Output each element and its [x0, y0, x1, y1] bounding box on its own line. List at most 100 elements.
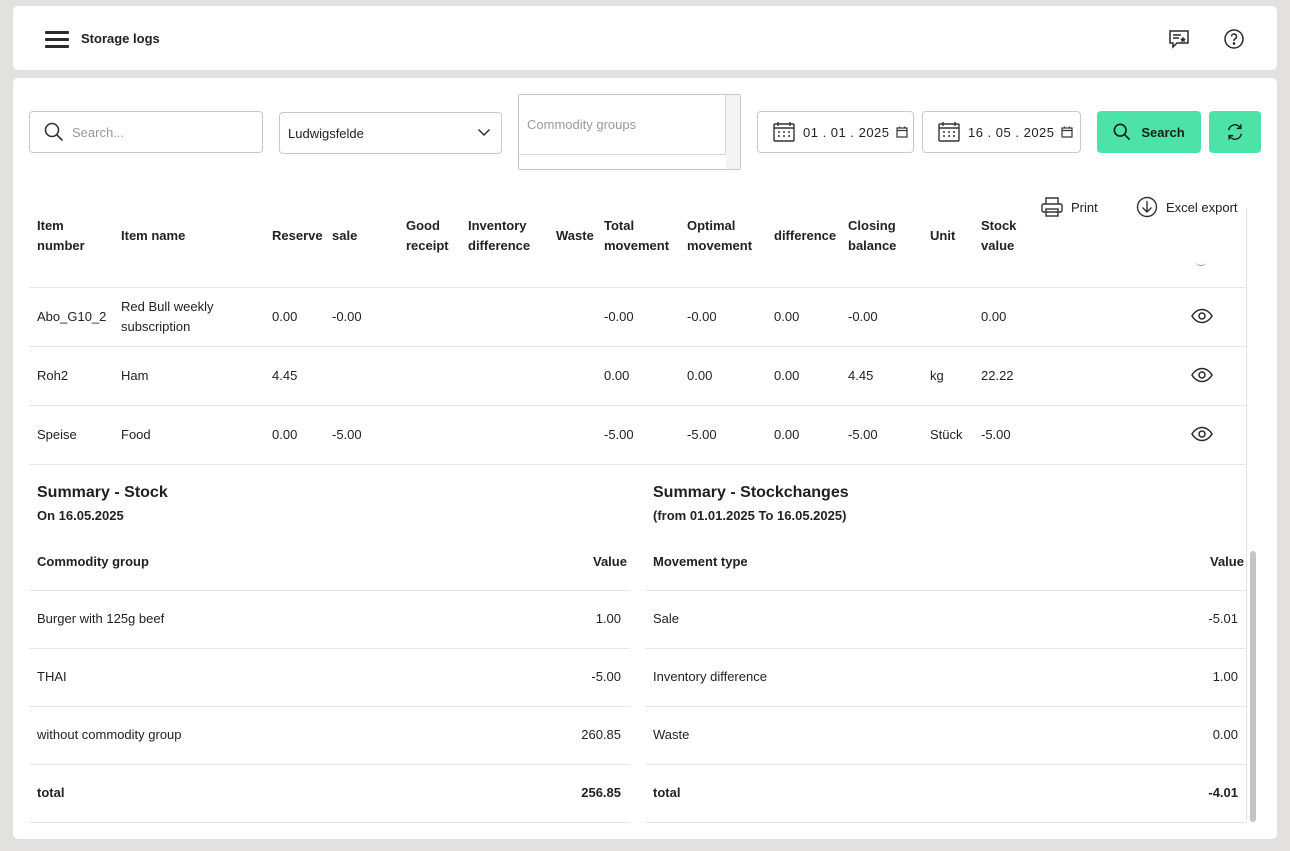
- print-button[interactable]: Print: [1041, 196, 1098, 218]
- eye-icon[interactable]: [1191, 367, 1213, 383]
- refresh-button[interactable]: [1209, 111, 1261, 153]
- summary-changes-row: Sale -5.01: [645, 591, 1246, 649]
- col-header-good-receipt[interactable]: Good receipt: [406, 216, 449, 256]
- feedback-icon[interactable]: [1166, 26, 1192, 52]
- summary-stock-col-value: Value: [593, 554, 627, 569]
- summary-stock-value: 260.85: [581, 727, 621, 742]
- summary-changes-subtitle: (from 01.01.2025 To 16.05.2025): [653, 508, 847, 523]
- calendar-icon: [773, 122, 795, 142]
- summary-stock-row: Burger with 125g beef 1.00: [29, 591, 630, 649]
- table-row[interactable]: Speise Food 0.00 -5.00 -5.00 -5.00 0.00 …: [29, 406, 1246, 465]
- col-header-unit[interactable]: Unit: [930, 226, 955, 246]
- eye-icon[interactable]: [1191, 426, 1213, 442]
- cell-difference: 0.00: [774, 368, 800, 383]
- search-input[interactable]: [72, 124, 242, 140]
- main-card: Ludwigsfelde Commodity groups 01 . 01 . …: [13, 78, 1277, 839]
- col-header-reserve[interactable]: Reserve: [272, 226, 323, 246]
- cell-total-movement: -5.00: [604, 427, 634, 442]
- commodity-groups-placeholder: Commodity groups: [519, 95, 726, 155]
- summary-stock-label: THAI: [37, 669, 67, 684]
- summary-changes-label: Waste: [653, 727, 690, 742]
- cell-difference: 0.00: [774, 309, 800, 324]
- location-value: Ludwigsfelde: [288, 125, 364, 141]
- summary-stock-label: without commodity group: [37, 727, 182, 742]
- summary-changes-total-value: -4.01: [1208, 785, 1238, 800]
- summary-stock-value: -5.00: [591, 669, 621, 684]
- search-icon: [1113, 123, 1131, 141]
- summary-changes-row: Inventory difference 1.00: [645, 649, 1246, 707]
- summary-changes-title: Summary - Stockchanges: [653, 484, 849, 501]
- scrollbar-thumb[interactable]: [1250, 551, 1256, 822]
- cell-item-name: Food: [121, 427, 151, 442]
- cell-closing-balance: -5.00: [848, 427, 878, 442]
- col-header-stock-value[interactable]: Stock value: [981, 216, 1016, 256]
- table-row[interactable]: Abo_G10_2 Red Bull weekly subscription 0.…: [29, 288, 1246, 347]
- col-header-closing-balance[interactable]: Closing balance: [848, 216, 896, 256]
- summary-changes-value: 1.00: [1212, 669, 1238, 684]
- top-bar: Storage logs: [13, 6, 1277, 70]
- summary-stock-row: without commodity group 260.85: [29, 707, 630, 765]
- search-field[interactable]: [29, 111, 263, 153]
- summary-changes-row: Waste 0.00: [645, 707, 1246, 765]
- summary-changes-value: 0.00: [1212, 727, 1238, 742]
- col-header-waste[interactable]: Waste: [556, 226, 594, 246]
- cell-unit: Stück: [930, 427, 963, 442]
- cell-item-name: Red Bull weekly subscription: [121, 299, 214, 334]
- cell-sale: -5.00: [332, 427, 362, 442]
- table-row[interactable]: Roh2 Ham 4.45 0.00 0.00 0.00 4.45 kg 22.…: [29, 347, 1246, 406]
- cell-item-number: Abo_G10_2: [37, 309, 107, 324]
- eye-icon[interactable]: [1191, 308, 1213, 324]
- col-header-item-number[interactable]: Item number: [37, 216, 85, 256]
- cell-sale: -0.00: [332, 309, 362, 324]
- commodity-groups-select[interactable]: Commodity groups: [518, 94, 741, 170]
- help-icon[interactable]: [1221, 26, 1247, 52]
- summary-stock-col-commodity-group: Commodity group: [37, 554, 149, 569]
- menu-icon[interactable]: [45, 31, 69, 49]
- summary-changes-col-value: Value: [1210, 554, 1244, 569]
- date-from-value: 01 . 01 . 2025: [803, 124, 890, 140]
- refresh-icon: [1227, 124, 1243, 140]
- download-icon: [1136, 196, 1158, 218]
- calendar-picker-icon[interactable]: [895, 126, 908, 138]
- col-header-inventory-difference[interactable]: Inventory difference: [468, 216, 530, 256]
- cell-total-movement: -0.00: [604, 309, 634, 324]
- location-select[interactable]: Ludwigsfelde: [279, 112, 502, 154]
- cell-reserve: 0.00: [272, 309, 298, 324]
- cell-stock-value: -5.00: [981, 427, 1011, 442]
- summary-changes-value: -5.01: [1208, 611, 1238, 626]
- cell-item-number: Roh2: [37, 368, 69, 383]
- col-header-total-movement[interactable]: Total movement: [604, 216, 669, 256]
- summary-stock-total-row: total 256.85: [29, 765, 630, 823]
- date-to-value: 16 . 05 . 2025: [968, 124, 1055, 140]
- search-button[interactable]: Search: [1097, 111, 1201, 153]
- excel-export-label: Excel export: [1166, 199, 1238, 215]
- search-icon: [44, 122, 64, 142]
- cell-stock-value: 22.22: [981, 368, 1014, 383]
- scrollbar-track[interactable]: [1246, 208, 1247, 822]
- cell-optimal-movement: -5.00: [687, 427, 717, 442]
- col-header-sale[interactable]: sale: [332, 226, 357, 246]
- search-button-label: Search: [1141, 124, 1185, 140]
- chevron-down-icon: [477, 128, 491, 137]
- print-label: Print: [1071, 199, 1098, 215]
- col-header-optimal-movement[interactable]: Optimal movement: [687, 216, 752, 256]
- cell-optimal-movement: -0.00: [687, 309, 717, 324]
- cell-closing-balance: -0.00: [848, 309, 878, 324]
- summary-changes-total-row: total -4.01: [645, 765, 1246, 823]
- col-header-difference[interactable]: difference: [774, 226, 836, 246]
- commodity-groups-scrollbar[interactable]: [726, 95, 740, 169]
- summary-changes-label: Inventory difference: [653, 669, 767, 684]
- summary-changes-label: Sale: [653, 611, 680, 626]
- summary-stock-title: Summary - Stock: [37, 484, 168, 501]
- cell-item-name: Ham: [121, 368, 149, 383]
- summary-stock-subtitle: On 16.05.2025: [37, 508, 124, 523]
- date-from-field[interactable]: 01 . 01 . 2025: [757, 111, 914, 153]
- calendar-picker-icon[interactable]: [1060, 126, 1073, 138]
- summary-stock-row: THAI -5.00: [29, 649, 630, 707]
- page-title: Storage logs: [81, 31, 160, 46]
- cell-reserve: 0.00: [272, 427, 298, 442]
- col-header-item-name[interactable]: Item name: [121, 226, 185, 246]
- summary-stock-value: 1.00: [595, 611, 621, 626]
- excel-export-button[interactable]: Excel export: [1136, 196, 1238, 218]
- date-to-field[interactable]: 16 . 05 . 2025: [922, 111, 1081, 153]
